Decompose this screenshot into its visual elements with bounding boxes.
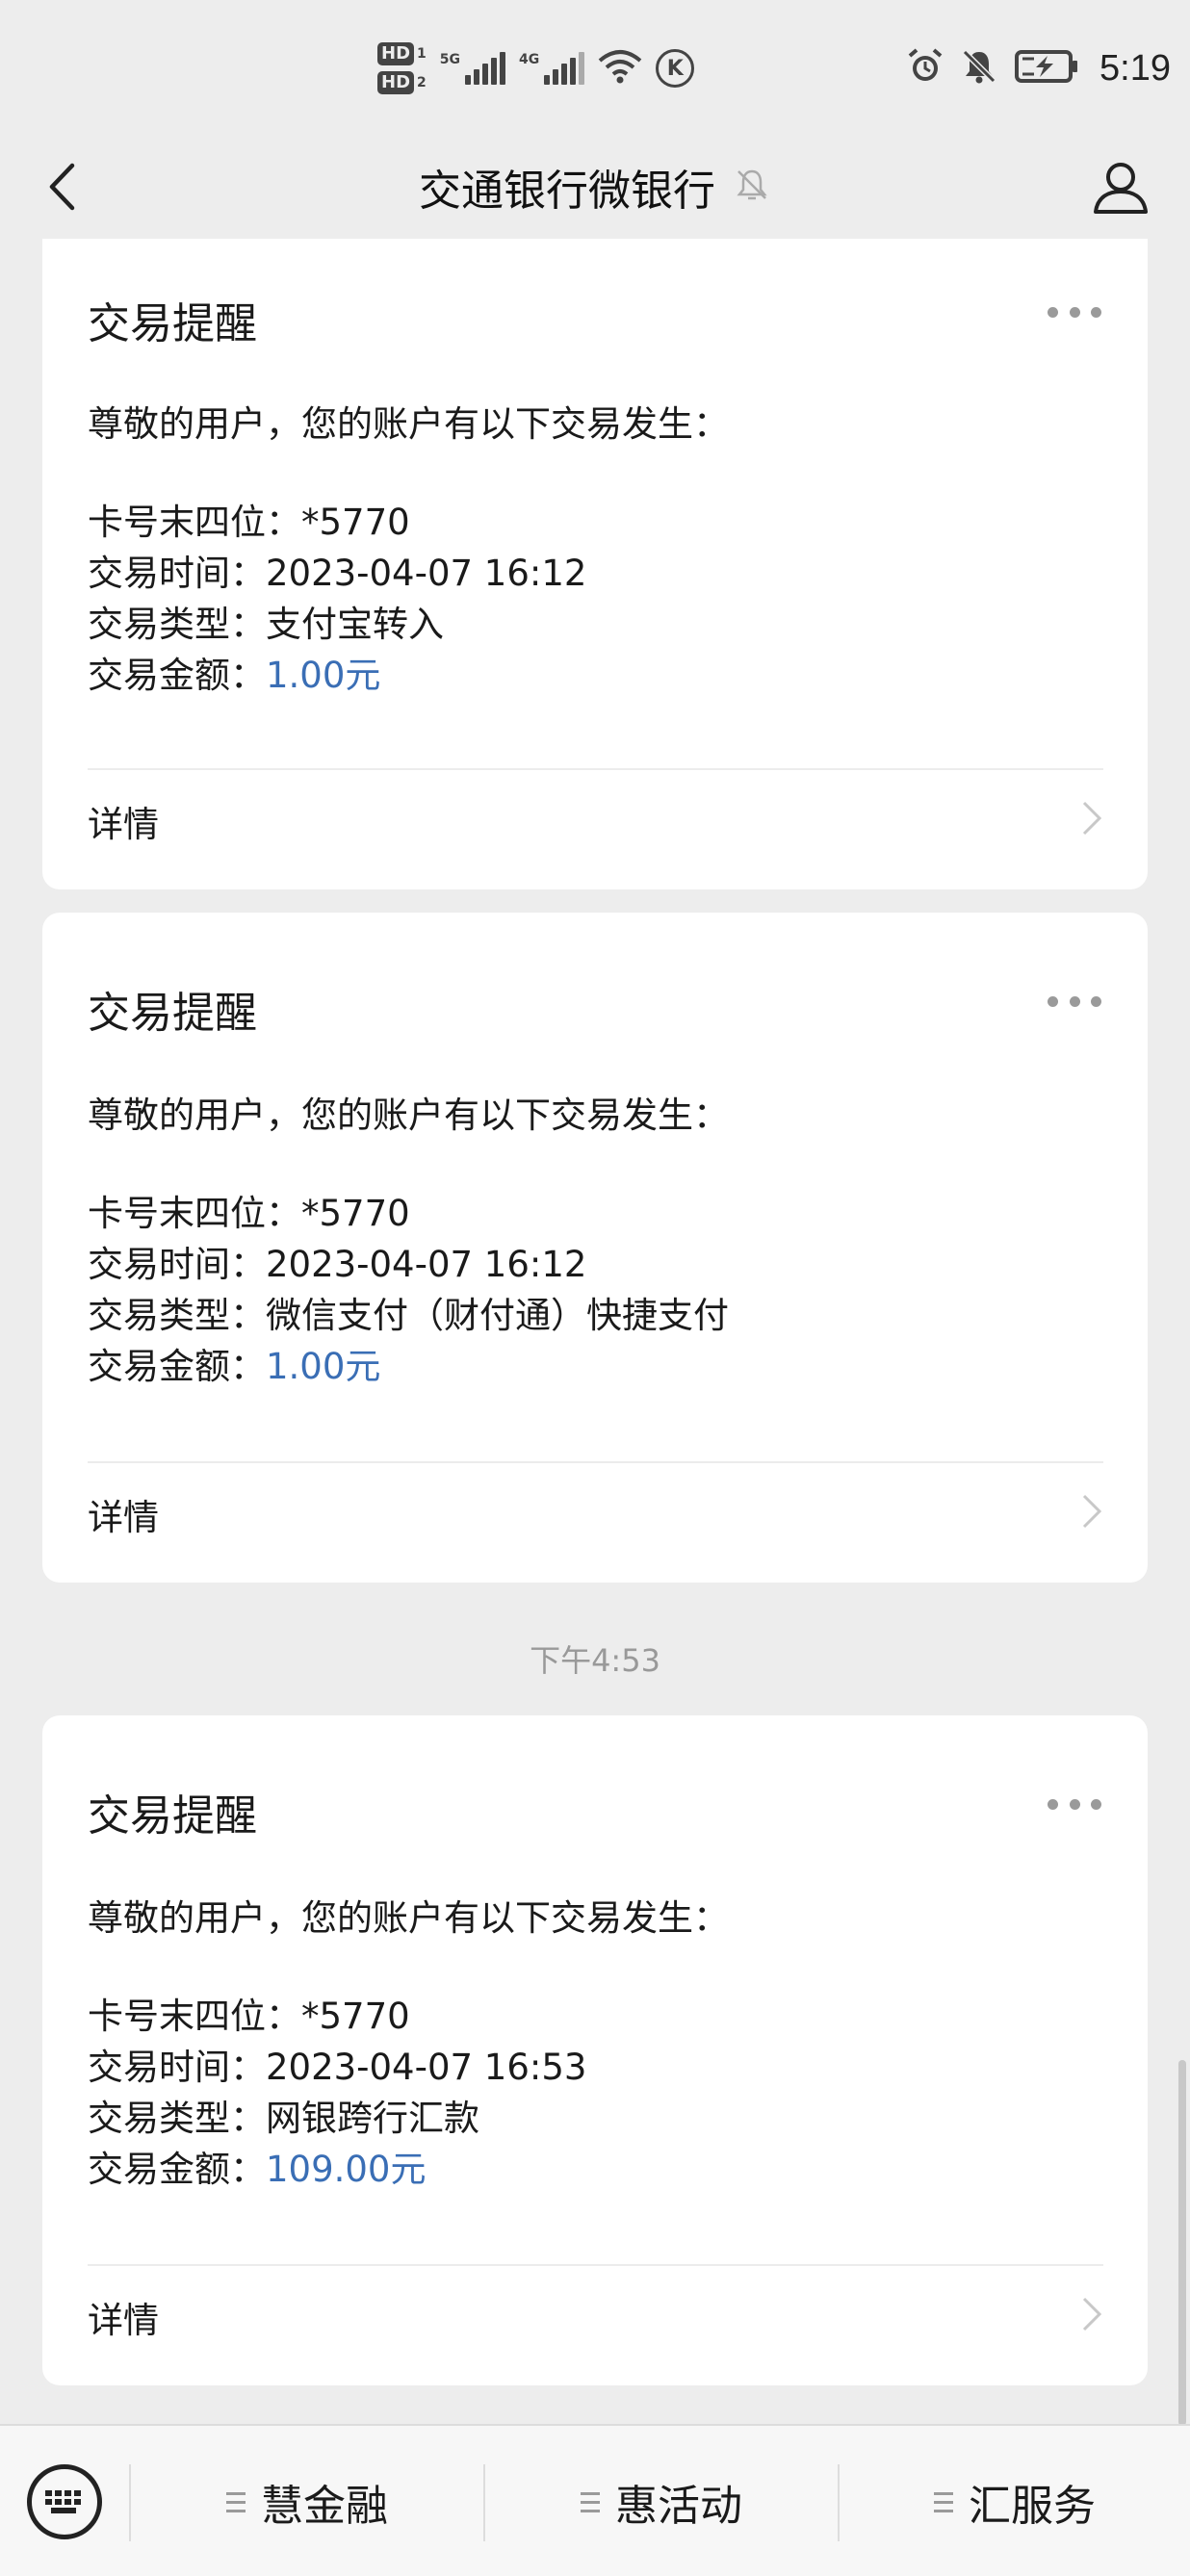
transaction-time-line: 交易时间：2023-04-07 16:53 [88,2047,587,2088]
alarm-clock-icon [907,48,944,89]
card-number-line: 卡号末四位：*5770 [88,1193,410,1234]
details-label: 详情 [88,1497,159,1538]
transaction-type-line: 交易类型：网银跨行汇款 [88,2098,479,2139]
menu-item-finance[interactable]: 慧金融 [131,2426,483,2576]
amount-value: 1.00元 [266,655,381,696]
card-number-line: 卡号末四位：*5770 [88,502,410,543]
transaction-time-line: 交易时间：2023-04-07 16:12 [88,553,587,594]
menu-list-icon [934,2491,953,2512]
transaction-amount-line: 交易金额：1.00元 [88,655,381,696]
timestamp-divider: 下午4:53 [530,1642,660,1679]
keyboard-icon [45,2490,81,2513]
scrollbar[interactable] [1178,2060,1186,2426]
user-icon [1094,163,1148,214]
sim2-signal-icon: 4G [519,52,585,85]
menu-item-label: 惠活动 [615,2482,742,2531]
muted-notification-icon [733,166,771,208]
hd1-indicator: HD 1 [377,42,427,65]
status-bar: HD 1 HD 2 5G 4G K 5:19 [0,0,1190,135]
sim1-signal-icon: 5G [440,52,505,85]
status-bar-right: 5:19 [907,35,1171,102]
transaction-amount-line: 交易金额：1.00元 [88,1346,381,1387]
menu-item-label: 汇服务 [969,2482,1096,2531]
hd-indicators: HD 1 HD 2 [377,42,427,94]
details-link[interactable]: 详情 [42,2266,1148,2362]
amount-value: 109.00元 [266,2149,427,2190]
more-options-icon[interactable] [1048,1794,1101,1814]
transaction-type-line: 交易类型：支付宝转入 [88,604,444,645]
keyboard-toggle-button[interactable] [27,2464,102,2539]
bottom-menu-bar: 慧金融 惠活动 汇服务 [0,2424,1190,2576]
menu-list-icon [581,2491,600,2512]
more-options-icon[interactable] [1048,992,1101,1011]
details-label: 详情 [88,804,159,845]
card-title: 交易提醒 [88,299,257,348]
transaction-amount-line: 交易金额：109.00元 [88,2149,427,2190]
chevron-right-icon [1082,1494,1102,1529]
mute-bell-icon [961,48,997,89]
carrier-k-icon: K [656,49,695,88]
details-label: 详情 [88,2300,159,2341]
wifi-icon [598,49,642,88]
transaction-time-line: 交易时间：2023-04-07 16:12 [88,1244,587,1285]
battery-charging-icon [1015,49,1078,88]
card-title: 交易提醒 [88,989,257,1038]
transaction-card: 交易提醒 尊敬的用户，您的账户有以下交易发生： 卡号末四位：*5770 交易时间… [42,239,1148,889]
greeting-text: 尊敬的用户，您的账户有以下交易发生： [88,1095,729,1136]
menu-list-icon [226,2491,246,2512]
status-bar-left: HD 1 HD 2 5G 4G K [377,35,695,102]
transaction-card: 交易提醒 尊敬的用户，您的账户有以下交易发生： 卡号末四位：*5770 交易时间… [42,1715,1148,2385]
details-link[interactable]: 详情 [42,1463,1148,1559]
more-options-icon[interactable] [1048,302,1101,322]
menu-item-activities[interactable]: 惠活动 [485,2426,838,2576]
card-number-line: 卡号末四位：*5770 [88,1996,410,2037]
hd2-indicator: HD 2 [377,71,427,94]
transaction-card: 交易提醒 尊敬的用户，您的账户有以下交易发生： 卡号末四位：*5770 交易时间… [42,913,1148,1583]
details-link[interactable]: 详情 [42,770,1148,866]
card-title: 交易提醒 [88,1791,257,1841]
greeting-text: 尊敬的用户，您的账户有以下交易发生： [88,1897,729,1939]
greeting-text: 尊敬的用户，您的账户有以下交易发生： [88,403,729,445]
amount-value: 1.00元 [266,1346,381,1387]
message-list: 交易提醒 尊敬的用户，您的账户有以下交易发生： 卡号末四位：*5770 交易时间… [0,239,1190,2422]
chevron-right-icon [1082,801,1102,836]
transaction-type-line: 交易类型：微信支付（财付通）快捷支付 [88,1295,729,1336]
title-bar: 交通银行微银行 [0,135,1190,239]
menu-item-label: 慧金融 [261,2482,388,2531]
chevron-right-icon [1082,2297,1102,2331]
page-title: 交通银行微银行 [419,167,715,216]
profile-button[interactable] [1090,156,1151,218]
menu-item-services[interactable]: 汇服务 [840,2426,1190,2576]
status-time: 5:19 [1099,47,1171,89]
title-wrap: 交通银行微银行 [0,135,1190,239]
